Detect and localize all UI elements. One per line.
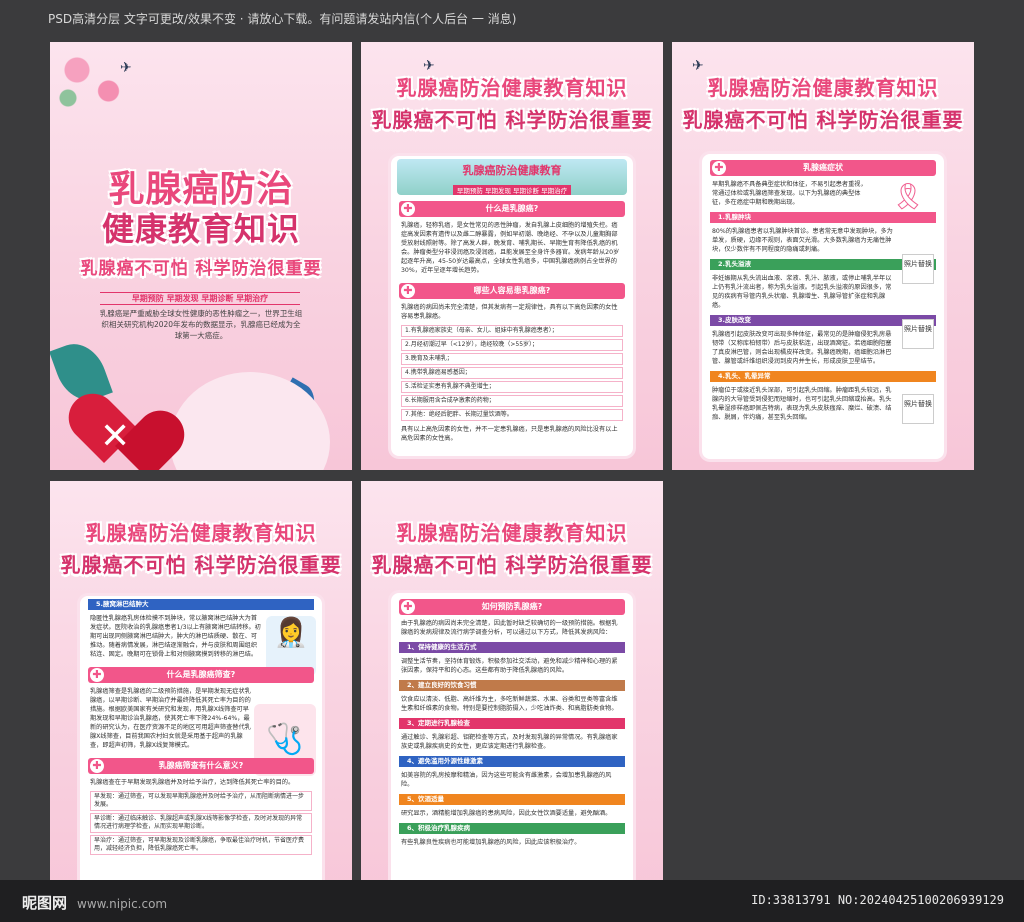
paragraph: 80%的乳腺癌患者以乳腺肿块首诊。患者常无意中发现肿块，多为单发，质硬，边缘不规… <box>712 228 893 253</box>
paragraph: 乳腺癌，轻称乳癌，是女性常见的恶性肿瘤，发自乳腺上皮细胞的增殖失控。癌症高发因素… <box>401 222 620 274</box>
heart-cross-icon: ✕ <box>58 382 195 470</box>
banner: 乳腺癌防治健康教育 早期预防 早期发现 早期诊断 早期治疗 <box>397 159 627 195</box>
paragraph: 由于乳腺癌的病因尚未完全清楚，因此暂时缺乏较确切的一级预防措施。根据乳腺癌的发病… <box>401 620 618 636</box>
section-header: ✚ 如何预防乳腺癌? <box>399 599 625 615</box>
ribbon-hands-icon: 🎗 <box>891 182 925 212</box>
list-item: 4.携带乳腺癌易感基因； <box>401 367 623 379</box>
section-header: ✚ 哪些人容易患乳腺癌? <box>399 283 625 299</box>
prevention-bar: 4、避免滥用外源性雌激素 <box>399 756 625 767</box>
section-header: ✚ 什么是乳腺癌筛查? <box>88 667 314 683</box>
top-notice: PSD高清分层 文字可更改/效果不变 · 请放心下载。有问题请发站内信(个人后台… <box>48 12 517 26</box>
section-header: ✚ 什么是乳腺癌? <box>399 201 625 217</box>
banner-title: 乳腺癌防治健康教育 <box>462 164 562 177</box>
swallow-icon: ✈ <box>120 60 132 76</box>
paragraph: 具有以上高危因素的女性，并不一定患乳腺癌，只是患乳腺癌的风险比没有以上高危因素的… <box>401 426 618 442</box>
symptom-bar: 5.腋窝淋巴结肿大 <box>88 599 314 610</box>
poster-title: 乳腺癌防治健康教育知识 <box>85 521 317 545</box>
content-card: ✚ 乳腺癌症状 早期乳腺癌不具备典型症状和体征，不易引起患者重视，常通过体检或乳腺… <box>702 154 944 459</box>
poster-title: 乳腺癌防治健康教育知识 <box>707 76 939 100</box>
poster-subtitle: 乳腺癌不可怕 科学防治很重要 <box>371 108 653 132</box>
poster-subtitle: 乳腺癌不可怕 科学防治很重要 <box>682 108 964 132</box>
prevention-bar: 6、积极治疗乳腺疾病 <box>399 823 625 834</box>
section-header: ✚ 乳腺癌症状 <box>710 160 936 176</box>
list-item: 早诊断：通过临床触诊、乳腺超声或乳腺X线等影像学检查，及时对发现的异常情况进行病… <box>90 813 312 833</box>
content-card: ✚ 如何预防乳腺癌? 由于乳腺癌的病因尚未完全清楚，因此暂时缺乏较确切的一级预防措… <box>391 593 633 899</box>
paragraph: 研究显示，酒精能增加乳腺癌的患病风险，因此女性饮酒要适量，避免酗酒。 <box>401 810 612 817</box>
cover-title-2: 健康教育知识 <box>101 210 300 248</box>
prevention-bar: 2、建立良好的饮食习惯 <box>399 680 625 691</box>
poster-prevention[interactable]: 乳腺癌防治健康教育知识 乳腺癌不可怕 科学防治很重要 ✚ 如何预防乳腺癌? 由于乳… <box>361 481 663 909</box>
photo-placeholder[interactable]: 照片替换 <box>902 254 934 284</box>
list-item: 1.有乳腺癌家族史（母亲、女儿、姐妹中有乳腺癌患者）； <box>401 325 623 337</box>
prevention-bar: 3、定期进行乳腺检查 <box>399 718 625 729</box>
paragraph: 有些乳腺良性疾病也可能增加乳腺癌的风险，因此应该积极治疗。 <box>401 839 581 846</box>
list-item: 早治疗：通过筛查，可早期发现及诊断乳腺癌，争取最佳治疗时机，节省医疗费用，减轻经… <box>90 835 312 855</box>
poster-symptoms[interactable]: ✈ 乳腺癌防治健康教育知识 乳腺癌不可怕 科学防治很重要 ✚ 乳腺癌症状 早期乳腺… <box>672 42 974 470</box>
poster-cover[interactable]: ✈ 乳腺癌防治 健康教育知识 乳腺癌不可怕 科学防治很重要 早期预防 早期发现 … <box>50 42 352 470</box>
poster-subtitle: 乳腺癌不可怕 科学防治很重要 <box>60 553 342 577</box>
poster-title: 乳腺癌防治健康教育知识 <box>396 76 628 100</box>
cover-title-3: 乳腺癌不可怕 科学防治很重要 <box>80 259 322 279</box>
list-item: 5.活检证实患有乳腺不典型增生； <box>401 381 623 393</box>
banner-tags: 早期预防 早期发现 早期诊断 早期治疗 <box>452 185 572 195</box>
cover-intro: 乳腺癌是严重威胁全球女性健康的恶性肿瘤之一，世界卫生组织相关研究机构2020年发… <box>99 309 303 340</box>
paragraph: 饮食应以清淡、低脂、高纤维为主，多吃新鲜蔬菜、水果、谷类和豆类等富含维生素和纤维… <box>401 696 618 712</box>
prevention-bar: 5、饮酒适量 <box>399 794 625 805</box>
image-id: ID:33813791 NO:20240425100206939129 <box>751 893 1004 907</box>
poster-screening[interactable]: 乳腺癌防治健康教育知识 乳腺癌不可怕 科学防治很重要 5.腋窝淋巴结肿大 隐匿性… <box>50 481 352 909</box>
paragraph: 通过触诊、乳腺彩超、钼靶检查等方式，及时发现乳腺的异常情况。有乳腺癌家族史或乳腺… <box>401 734 618 750</box>
photo-placeholder[interactable]: 照片替换 <box>902 319 934 349</box>
blossom-branch <box>50 42 140 112</box>
poster-what-is[interactable]: ✈ 乳腺癌防治健康教育知识 乳腺癌不可怕 科学防治很重要 乳腺癌防治健康教育 早… <box>361 42 663 470</box>
paragraph: 乳腺癌查在于早期发现乳腺癌并及时给予治疗，达到降低其死亡率的目的。 <box>90 779 295 786</box>
photo-placeholder[interactable]: 照片替换 <box>902 394 934 424</box>
prevention-bar: 1、保持健康的生活方式 <box>399 642 625 653</box>
poster-title: 乳腺癌防治健康教育知识 <box>396 521 628 545</box>
paragraph: 乳腺癌的病因尚未完全清楚，但其发病有一定规律性，具有以下高危因素的女性容易患乳腺… <box>401 304 618 320</box>
list-item: 3.晚育及未哺乳； <box>401 353 623 365</box>
paragraph: 如美容院的乳房按摩和精油，因为这些可能含有雌激素，会增加患乳腺癌的风险。 <box>401 772 612 788</box>
list-item: 2.月经初潮过早（<12岁），绝经较晚（>55岁）； <box>401 339 623 351</box>
content-card: 5.腋窝淋巴结肿大 隐匿性乳腺癌乳房体检摸不到肿块，常以腋窝淋巴结肿大为首发症状… <box>80 596 322 901</box>
list-item: 7.其他：绝经后肥胖、长期过量饮酒等。 <box>401 409 623 421</box>
symptom-bar: 4.乳头、乳晕异常 <box>710 371 936 382</box>
list-item: 早发现：通过筛查，可以发现早期乳腺癌并及时给予治疗，从而阻断病情进一步发展。 <box>90 791 312 811</box>
content-card: 乳腺癌防治健康教育 早期预防 早期发现 早期诊断 早期治疗 ✚ 什么是乳腺癌? 乳… <box>391 156 633 456</box>
list-item: 6.长期服用含合成孕激素的药物； <box>401 395 623 407</box>
section-header: ✚ 乳腺癌筛查有什么意义? <box>88 758 314 774</box>
poster-subtitle: 乳腺癌不可怕 科学防治很重要 <box>371 553 653 577</box>
paragraph: 调整生活节奏，坚持体育锻炼，积极参加社交活动，避免和减少精神和心理的紧张因素，保… <box>401 658 618 674</box>
cover-tags: 早期预防 早期发现 早期诊断 早期治疗 <box>100 292 300 305</box>
site-logo[interactable]: 昵图网 www.nipic.com <box>22 892 167 913</box>
